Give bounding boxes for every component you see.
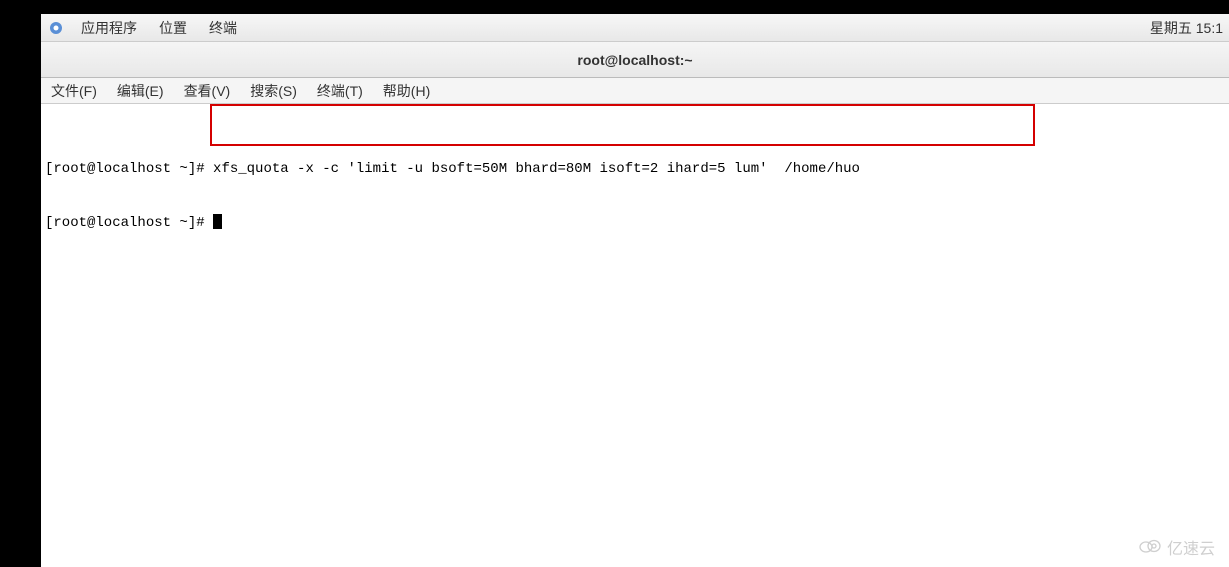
cloud-icon (1139, 537, 1161, 558)
prompt-1: [root@localhost ~]# (45, 161, 205, 177)
terminal-line-2: [root@localhost ~]# (45, 214, 1225, 232)
menu-search[interactable]: 搜索(S) (246, 79, 301, 103)
watermark-text: 亿速云 (1167, 535, 1215, 559)
window-title: root@localhost:~ (577, 52, 692, 68)
window-titlebar[interactable]: root@localhost:~ (41, 42, 1229, 78)
highlight-annotation (210, 104, 1035, 146)
menu-file[interactable]: 文件(F) (47, 79, 101, 103)
panel-terminal[interactable]: 终端 (205, 14, 241, 42)
terminal-body[interactable]: [root@localhost ~]# xfs_quota -x -c 'lim… (41, 104, 1229, 567)
system-panel: 应用程序 位置 终端 星期五 15:1 (41, 14, 1229, 42)
terminal-window: root@localhost:~ 文件(F) 编辑(E) 查看(V) 搜索(S)… (41, 42, 1229, 567)
panel-left-group: 应用程序 位置 终端 (41, 14, 241, 42)
activities-icon[interactable] (49, 21, 63, 35)
menubar: 文件(F) 编辑(E) 查看(V) 搜索(S) 终端(T) 帮助(H) (41, 78, 1229, 104)
panel-apps[interactable]: 应用程序 (77, 14, 141, 42)
terminal-line-1: [root@localhost ~]# xfs_quota -x -c 'lim… (45, 160, 1225, 178)
panel-clock[interactable]: 星期五 15:1 (1150, 18, 1229, 38)
menu-terminal[interactable]: 终端(T) (313, 79, 367, 103)
menu-help[interactable]: 帮助(H) (379, 79, 434, 103)
command-1: xfs_quota -x -c 'limit -u bsoft=50M bhar… (205, 161, 860, 177)
watermark: 亿速云 (1139, 535, 1215, 559)
menu-edit[interactable]: 编辑(E) (113, 79, 168, 103)
menu-view[interactable]: 查看(V) (180, 79, 235, 103)
panel-places[interactable]: 位置 (155, 14, 191, 42)
prompt-2: [root@localhost ~]# (45, 215, 213, 231)
terminal-cursor (213, 214, 222, 229)
